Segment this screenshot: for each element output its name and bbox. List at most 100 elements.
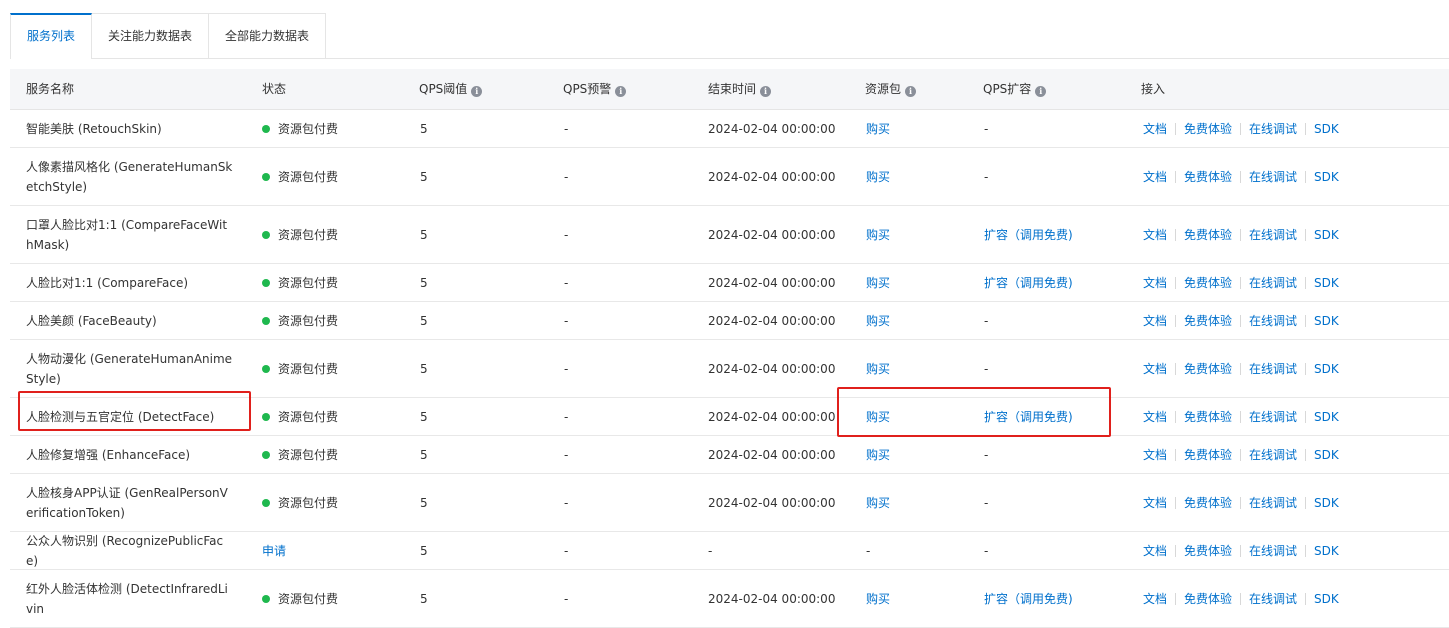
qps-expand-cell: 扩容（调用免费) — [984, 570, 1073, 627]
access-links: 文档 免费体验 在线调试 SDK — [1143, 148, 1339, 205]
service-name: 人脸比对1:1 (CompareFace) — [26, 275, 189, 290]
tab-followed-capabilities[interactable]: 关注能力数据表 — [91, 13, 209, 58]
info-icon[interactable]: i — [615, 86, 627, 97]
status-text: 资源包付费 — [278, 592, 339, 606]
sdk-link[interactable]: SDK — [1314, 410, 1339, 424]
sdk-link[interactable]: SDK — [1314, 314, 1339, 328]
buy-link[interactable]: 购买 — [866, 360, 890, 377]
resource-pack-cell: 购买 — [866, 264, 890, 301]
buy-link[interactable]: 购买 — [866, 274, 890, 291]
online-debug-link[interactable]: 在线调试 — [1249, 590, 1297, 607]
buy-link[interactable]: 购买 — [866, 494, 890, 511]
doc-link[interactable]: 文档 — [1143, 274, 1167, 291]
buy-link[interactable]: 购买 — [866, 168, 890, 185]
online-debug-link[interactable]: 在线调试 — [1249, 120, 1297, 137]
link-separator — [1305, 544, 1307, 557]
resource-pack-cell: 购买 — [866, 398, 890, 435]
buy-link[interactable]: 购买 — [866, 120, 890, 137]
doc-link[interactable]: 文档 — [1143, 120, 1167, 137]
free-trial-link[interactable]: 免费体验 — [1184, 360, 1232, 377]
qps-expand-cell: - — [984, 474, 988, 531]
end-time-value: 2024-02-04 00:00:00 — [708, 227, 836, 242]
qps-expand-cell: - — [984, 302, 988, 339]
resource-pack-cell: 购买 — [866, 206, 890, 263]
doc-link[interactable]: 文档 — [1143, 360, 1167, 377]
free-trial-link[interactable]: 免费体验 — [1184, 312, 1232, 329]
qps-expand-cell: - — [984, 436, 988, 473]
online-debug-link[interactable]: 在线调试 — [1249, 542, 1297, 559]
doc-link[interactable]: 文档 — [1143, 590, 1167, 607]
tab-bar: 服务列表 关注能力数据表 全部能力数据表 — [10, 13, 1449, 59]
sdk-link[interactable]: SDK — [1314, 362, 1339, 376]
online-debug-link[interactable]: 在线调试 — [1249, 226, 1297, 243]
access-links: 文档 免费体验 在线调试 SDK — [1143, 532, 1339, 569]
free-trial-link[interactable]: 免费体验 — [1184, 274, 1232, 291]
expand-link[interactable]: 扩容（调用免费) — [984, 274, 1073, 291]
doc-link[interactable]: 文档 — [1143, 446, 1167, 463]
sdk-link[interactable]: SDK — [1314, 122, 1339, 136]
col-header-access: 接入 — [1141, 82, 1166, 96]
tab-all-capabilities[interactable]: 全部能力数据表 — [208, 13, 326, 58]
table-row: 人脸修复增强 (EnhanceFace) 资源包付费 5 - 2024-02-04 00… — [10, 436, 1449, 474]
online-debug-link[interactable]: 在线调试 — [1249, 360, 1297, 377]
service-name: 人脸修复增强 (EnhanceFace) — [26, 447, 191, 462]
tab-service-list[interactable]: 服务列表 — [10, 13, 92, 59]
status-cell: 资源包付费 — [262, 570, 338, 627]
sdk-link[interactable]: SDK — [1314, 544, 1339, 558]
buy-link[interactable]: 购买 — [866, 446, 890, 463]
buy-link[interactable]: 购买 — [866, 408, 890, 425]
resource-pack-cell: - — [866, 532, 870, 569]
info-icon[interactable]: i — [905, 86, 917, 97]
doc-link[interactable]: 文档 — [1143, 408, 1167, 425]
online-debug-link[interactable]: 在线调试 — [1249, 408, 1297, 425]
qps-alert-value: - — [564, 361, 569, 376]
buy-link[interactable]: 购买 — [866, 312, 890, 329]
sdk-link[interactable]: SDK — [1314, 448, 1339, 462]
info-icon[interactable]: i — [471, 86, 483, 97]
end-time-value: 2024-02-04 00:00:00 — [708, 361, 836, 376]
info-icon[interactable]: i — [760, 86, 772, 97]
link-separator — [1305, 122, 1307, 135]
qps-alert-value: - — [564, 275, 569, 290]
expand-link[interactable]: 扩容（调用免费) — [984, 226, 1073, 243]
status-text: 资源包付费 — [278, 496, 339, 510]
sdk-link[interactable]: SDK — [1314, 170, 1339, 184]
col-header-status: 状态 — [262, 82, 287, 96]
online-debug-link[interactable]: 在线调试 — [1249, 494, 1297, 511]
expand-link[interactable]: 扩容（调用免费) — [984, 590, 1073, 607]
col-header-qps-threshold: QPS阈值 i — [419, 69, 483, 109]
free-trial-link[interactable]: 免费体验 — [1184, 226, 1232, 243]
expand-link[interactable]: 扩容（调用免费) — [984, 408, 1073, 425]
apply-link[interactable]: 申请 — [262, 542, 286, 559]
free-trial-link[interactable]: 免费体验 — [1184, 494, 1232, 511]
buy-link[interactable]: 购买 — [866, 590, 890, 607]
sdk-link[interactable]: SDK — [1314, 276, 1339, 290]
free-trial-link[interactable]: 免费体验 — [1184, 590, 1232, 607]
free-trial-link[interactable]: 免费体验 — [1184, 120, 1232, 137]
link-separator — [1240, 448, 1242, 461]
doc-link[interactable]: 文档 — [1143, 542, 1167, 559]
status-dot-icon — [262, 594, 270, 603]
resource-pack-cell: 购买 — [866, 110, 890, 147]
link-separator — [1175, 122, 1177, 135]
free-trial-link[interactable]: 免费体验 — [1184, 408, 1232, 425]
sdk-link[interactable]: SDK — [1314, 496, 1339, 510]
doc-link[interactable]: 文档 — [1143, 226, 1167, 243]
online-debug-link[interactable]: 在线调试 — [1249, 446, 1297, 463]
doc-link[interactable]: 文档 — [1143, 312, 1167, 329]
online-debug-link[interactable]: 在线调试 — [1249, 274, 1297, 291]
table-row: 人脸核身APP认证 (GenRealPersonVerificationToke… — [10, 474, 1449, 532]
free-trial-link[interactable]: 免费体验 — [1184, 446, 1232, 463]
online-debug-link[interactable]: 在线调试 — [1249, 168, 1297, 185]
table-row: 人物动漫化 (GenerateHumanAnimeStyle) 资源包付费 5 - 20… — [10, 340, 1449, 398]
link-separator — [1305, 448, 1307, 461]
info-icon[interactable]: i — [1035, 86, 1047, 97]
free-trial-link[interactable]: 免费体验 — [1184, 542, 1232, 559]
buy-link[interactable]: 购买 — [866, 226, 890, 243]
online-debug-link[interactable]: 在线调试 — [1249, 312, 1297, 329]
free-trial-link[interactable]: 免费体验 — [1184, 168, 1232, 185]
doc-link[interactable]: 文档 — [1143, 168, 1167, 185]
link-separator — [1240, 314, 1242, 327]
doc-link[interactable]: 文档 — [1143, 494, 1167, 511]
sdk-link[interactable]: SDK — [1314, 228, 1339, 242]
